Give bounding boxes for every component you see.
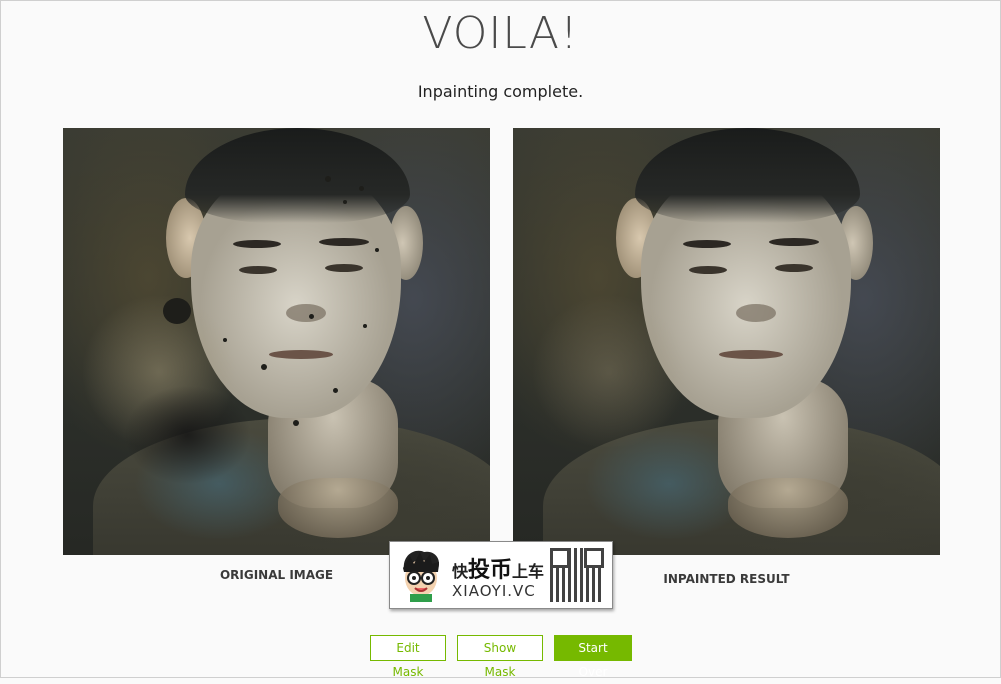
- watermark-slogan: 快投币上车: [452, 558, 545, 583]
- cartoon-avatar-icon: [403, 550, 440, 602]
- status-message: Inpainting complete.: [417, 82, 584, 101]
- watermark-badge: 快投币上车 XIAOYI.VC: [389, 541, 613, 609]
- page-title: VOILA!: [422, 8, 579, 59]
- start-over-button[interactable]: Start Over: [554, 635, 632, 679]
- original-image: [63, 128, 490, 555]
- inpainted-image: [513, 128, 940, 555]
- qr-code-icon: [550, 548, 604, 602]
- show-mask-button[interactable]: Show Mask: [457, 635, 543, 679]
- edit-mask-button[interactable]: Edit Mask: [370, 635, 446, 679]
- watermark-url: XIAOYI.VC: [452, 582, 536, 600]
